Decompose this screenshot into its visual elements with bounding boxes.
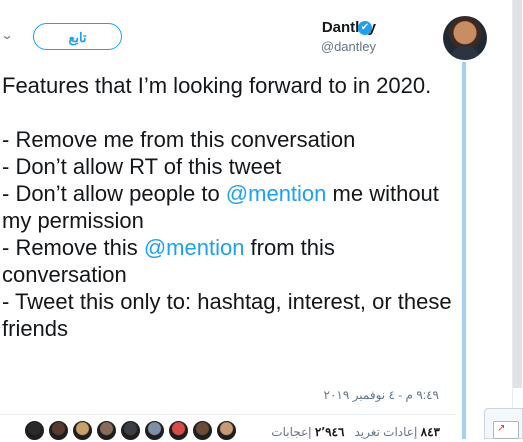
scrollbar-thumb[interactable] [513,0,522,388]
liker-avatar[interactable] [48,420,69,441]
tweet-timestamp[interactable]: ٩:٤٩ م - ٤ نوفمبر ٢٠١٩ [324,387,439,403]
liker-avatar[interactable] [72,420,93,441]
arrow-icon: ↗ [497,423,506,434]
likes-count[interactable]: ٢٬٩٤٦ [315,425,345,439]
tweet-stats: ٨٤٣ إعادات تغريد ٢٬٩٤٦ إعجابات [271,424,440,440]
liker-avatar[interactable] [96,420,117,441]
tweet-card: Dantley ✔ @dantley تابع ⌄ Features that … [0,0,487,441]
chevron-down-icon[interactable]: ⌄ [0,27,13,43]
liker-avatar[interactable] [168,420,189,441]
author-handle[interactable]: @dantley [321,39,376,55]
liker-avatar[interactable] [144,420,165,441]
likes-label[interactable]: إعجابات [271,425,311,439]
thread-line [462,62,466,439]
liker-avatar[interactable] [120,420,141,441]
mention-link[interactable]: @mention [226,181,327,206]
liker-avatar[interactable] [216,420,237,441]
author-avatar[interactable] [443,16,487,60]
mention-link[interactable]: @mention [144,235,245,260]
tweet-text: Features that I’m looking forward to in … [2,73,458,341]
divider [0,414,456,415]
liker-avatar[interactable] [24,420,45,441]
retweets-label[interactable]: إعادات تغريد [354,425,417,439]
verified-badge-icon: ✔ [358,21,372,35]
retweets-count[interactable]: ٨٤٣ [421,425,440,439]
corner-widget[interactable]: ↗ [484,408,523,439]
liker-avatar[interactable] [192,420,213,441]
follow-button[interactable]: تابع [33,23,122,50]
